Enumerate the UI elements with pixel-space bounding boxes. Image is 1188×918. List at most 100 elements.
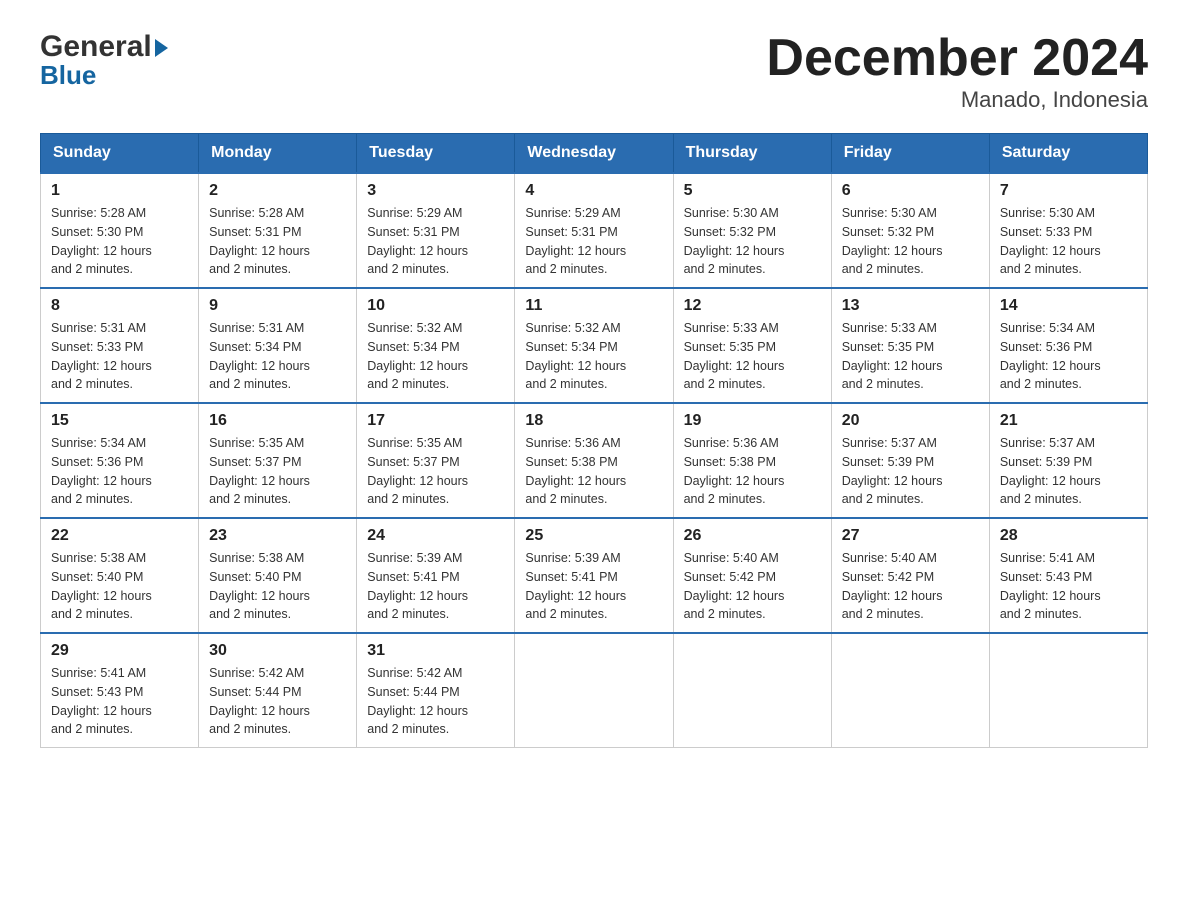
col-friday: Friday bbox=[831, 134, 989, 174]
day-number: 14 bbox=[1000, 297, 1137, 315]
day-number: 16 bbox=[209, 412, 346, 430]
calendar-cell: 3Sunrise: 5:29 AMSunset: 5:31 PMDaylight… bbox=[357, 173, 515, 288]
col-tuesday: Tuesday bbox=[357, 134, 515, 174]
day-info: Sunrise: 5:30 AMSunset: 5:32 PMDaylight:… bbox=[684, 204, 821, 279]
day-number: 18 bbox=[525, 412, 662, 430]
calendar-cell: 10Sunrise: 5:32 AMSunset: 5:34 PMDayligh… bbox=[357, 288, 515, 403]
calendar-week-4: 22Sunrise: 5:38 AMSunset: 5:40 PMDayligh… bbox=[41, 518, 1148, 633]
day-info: Sunrise: 5:42 AMSunset: 5:44 PMDaylight:… bbox=[367, 664, 504, 739]
day-number: 21 bbox=[1000, 412, 1137, 430]
calendar-cell: 4Sunrise: 5:29 AMSunset: 5:31 PMDaylight… bbox=[515, 173, 673, 288]
day-info: Sunrise: 5:39 AMSunset: 5:41 PMDaylight:… bbox=[367, 549, 504, 624]
calendar-cell: 14 Sunrise: 5:34 AMSunset: 5:36 PMDayligh… bbox=[989, 288, 1147, 403]
header-row: Sunday Monday Tuesday Wednesday Thursday… bbox=[41, 134, 1148, 174]
day-info: Sunrise: 5:41 AMSunset: 5:43 PMDaylight:… bbox=[51, 664, 188, 739]
day-number: 6 bbox=[842, 182, 979, 200]
calendar-cell: 9 Sunrise: 5:31 AMSunset: 5:34 PMDaylight… bbox=[199, 288, 357, 403]
calendar-week-1: 1Sunrise: 5:28 AMSunset: 5:30 PMDaylight… bbox=[41, 173, 1148, 288]
calendar-cell: 17 Sunrise: 5:35 AMSunset: 5:37 PMDayligh… bbox=[357, 403, 515, 518]
col-sunday: Sunday bbox=[41, 134, 199, 174]
calendar-week-5: 29 Sunrise: 5:41 AMSunset: 5:43 PMDayligh… bbox=[41, 633, 1148, 748]
page-subtitle: Manado, Indonesia bbox=[766, 87, 1148, 113]
calendar-cell: 5 Sunrise: 5:30 AMSunset: 5:32 PMDaylight… bbox=[673, 173, 831, 288]
logo-blue-text: Blue bbox=[40, 60, 96, 91]
day-info: Sunrise: 5:38 AMSunset: 5:40 PMDaylight:… bbox=[51, 549, 188, 624]
logo: General Blue bbox=[40, 30, 168, 91]
day-info: Sunrise: 5:34 AMSunset: 5:36 PMDaylight:… bbox=[51, 434, 188, 509]
day-number: 24 bbox=[367, 527, 504, 545]
day-info: Sunrise: 5:28 AMSunset: 5:31 PMDaylight:… bbox=[209, 204, 346, 279]
calendar-cell: 29 Sunrise: 5:41 AMSunset: 5:43 PMDayligh… bbox=[41, 633, 199, 748]
page-title: December 2024 bbox=[766, 30, 1148, 87]
day-info: Sunrise: 5:40 AMSunset: 5:42 PMDaylight:… bbox=[684, 549, 821, 624]
calendar-body: 1Sunrise: 5:28 AMSunset: 5:30 PMDaylight… bbox=[41, 173, 1148, 748]
calendar-cell: 31Sunrise: 5:42 AMSunset: 5:44 PMDayligh… bbox=[357, 633, 515, 748]
day-info: Sunrise: 5:42 AMSunset: 5:44 PMDaylight:… bbox=[209, 664, 346, 739]
day-number: 2 bbox=[209, 182, 346, 200]
col-thursday: Thursday bbox=[673, 134, 831, 174]
day-number: 25 bbox=[525, 527, 662, 545]
day-number: 27 bbox=[842, 527, 979, 545]
calendar-cell: 1Sunrise: 5:28 AMSunset: 5:30 PMDaylight… bbox=[41, 173, 199, 288]
calendar-cell: 23Sunrise: 5:38 AMSunset: 5:40 PMDayligh… bbox=[199, 518, 357, 633]
day-info: Sunrise: 5:31 AMSunset: 5:34 PMDaylight:… bbox=[209, 319, 346, 394]
day-number: 7 bbox=[1000, 182, 1137, 200]
day-number: 26 bbox=[684, 527, 821, 545]
calendar-cell: 24 Sunrise: 5:39 AMSunset: 5:41 PMDayligh… bbox=[357, 518, 515, 633]
calendar-cell: 2 Sunrise: 5:28 AMSunset: 5:31 PMDaylight… bbox=[199, 173, 357, 288]
day-number: 5 bbox=[684, 182, 821, 200]
calendar-cell: 30 Sunrise: 5:42 AMSunset: 5:44 PMDayligh… bbox=[199, 633, 357, 748]
day-number: 19 bbox=[684, 412, 821, 430]
calendar-table: Sunday Monday Tuesday Wednesday Thursday… bbox=[40, 133, 1148, 748]
day-number: 9 bbox=[209, 297, 346, 315]
day-info: Sunrise: 5:28 AMSunset: 5:30 PMDaylight:… bbox=[51, 204, 188, 279]
calendar-cell: 26 Sunrise: 5:40 AMSunset: 5:42 PMDayligh… bbox=[673, 518, 831, 633]
day-number: 11 bbox=[525, 297, 662, 315]
day-info: Sunrise: 5:38 AMSunset: 5:40 PMDaylight:… bbox=[209, 549, 346, 624]
day-info: Sunrise: 5:32 AMSunset: 5:34 PMDaylight:… bbox=[367, 319, 504, 394]
calendar-cell: 8Sunrise: 5:31 AMSunset: 5:33 PMDaylight… bbox=[41, 288, 199, 403]
day-number: 3 bbox=[367, 182, 504, 200]
day-info: Sunrise: 5:36 AMSunset: 5:38 PMDaylight:… bbox=[525, 434, 662, 509]
calendar-cell: 12Sunrise: 5:33 AMSunset: 5:35 PMDayligh… bbox=[673, 288, 831, 403]
calendar-cell: 25Sunrise: 5:39 AMSunset: 5:41 PMDayligh… bbox=[515, 518, 673, 633]
calendar-cell: 16 Sunrise: 5:35 AMSunset: 5:37 PMDayligh… bbox=[199, 403, 357, 518]
title-area: December 2024 Manado, Indonesia bbox=[766, 30, 1148, 113]
calendar-cell: 15 Sunrise: 5:34 AMSunset: 5:36 PMDayligh… bbox=[41, 403, 199, 518]
day-number: 29 bbox=[51, 642, 188, 660]
calendar-cell: 28Sunrise: 5:41 AMSunset: 5:43 PMDayligh… bbox=[989, 518, 1147, 633]
calendar-cell: 27 Sunrise: 5:40 AMSunset: 5:42 PMDayligh… bbox=[831, 518, 989, 633]
day-number: 13 bbox=[842, 297, 979, 315]
day-info: Sunrise: 5:36 AMSunset: 5:38 PMDaylight:… bbox=[684, 434, 821, 509]
col-wednesday: Wednesday bbox=[515, 134, 673, 174]
day-info: Sunrise: 5:32 AMSunset: 5:34 PMDaylight:… bbox=[525, 319, 662, 394]
day-info: Sunrise: 5:35 AMSunset: 5:37 PMDaylight:… bbox=[209, 434, 346, 509]
calendar-cell: 22Sunrise: 5:38 AMSunset: 5:40 PMDayligh… bbox=[41, 518, 199, 633]
day-info: Sunrise: 5:35 AMSunset: 5:37 PMDaylight:… bbox=[367, 434, 504, 509]
day-number: 30 bbox=[209, 642, 346, 660]
calendar-week-2: 8Sunrise: 5:31 AMSunset: 5:33 PMDaylight… bbox=[41, 288, 1148, 403]
day-info: Sunrise: 5:33 AMSunset: 5:35 PMDaylight:… bbox=[842, 319, 979, 394]
calendar-cell: 19 Sunrise: 5:36 AMSunset: 5:38 PMDayligh… bbox=[673, 403, 831, 518]
calendar-cell bbox=[673, 633, 831, 748]
day-info: Sunrise: 5:40 AMSunset: 5:42 PMDaylight:… bbox=[842, 549, 979, 624]
day-info: Sunrise: 5:34 AMSunset: 5:36 PMDaylight:… bbox=[1000, 319, 1137, 394]
calendar-week-3: 15 Sunrise: 5:34 AMSunset: 5:36 PMDayligh… bbox=[41, 403, 1148, 518]
col-saturday: Saturday bbox=[989, 134, 1147, 174]
calendar-cell bbox=[989, 633, 1147, 748]
day-number: 15 bbox=[51, 412, 188, 430]
calendar-cell bbox=[515, 633, 673, 748]
logo-general-text: General bbox=[40, 30, 168, 64]
calendar-cell: 11 Sunrise: 5:32 AMSunset: 5:34 PMDayligh… bbox=[515, 288, 673, 403]
day-info: Sunrise: 5:31 AMSunset: 5:33 PMDaylight:… bbox=[51, 319, 188, 394]
calendar-header: Sunday Monday Tuesday Wednesday Thursday… bbox=[41, 134, 1148, 174]
day-info: Sunrise: 5:37 AMSunset: 5:39 PMDaylight:… bbox=[1000, 434, 1137, 509]
day-info: Sunrise: 5:30 AMSunset: 5:32 PMDaylight:… bbox=[842, 204, 979, 279]
calendar-cell: 21 Sunrise: 5:37 AMSunset: 5:39 PMDayligh… bbox=[989, 403, 1147, 518]
day-info: Sunrise: 5:37 AMSunset: 5:39 PMDaylight:… bbox=[842, 434, 979, 509]
day-number: 12 bbox=[684, 297, 821, 315]
day-number: 17 bbox=[367, 412, 504, 430]
calendar-cell: 6 Sunrise: 5:30 AMSunset: 5:32 PMDaylight… bbox=[831, 173, 989, 288]
col-monday: Monday bbox=[199, 134, 357, 174]
calendar-cell: 18 Sunrise: 5:36 AMSunset: 5:38 PMDayligh… bbox=[515, 403, 673, 518]
